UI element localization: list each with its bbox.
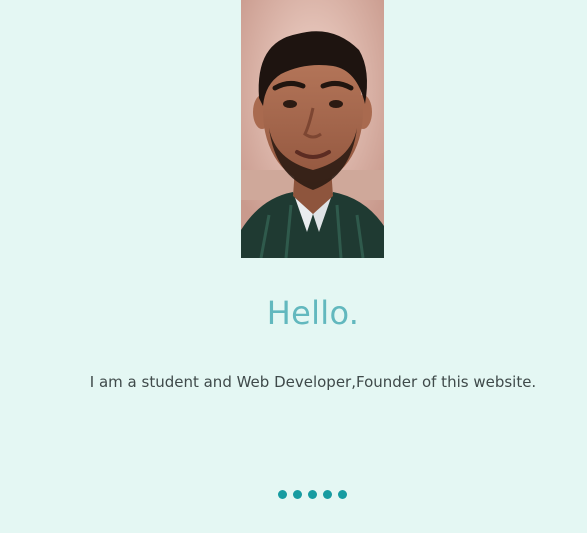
intro-text: I am a student and Web Developer,Founder… [89, 373, 537, 391]
profile-photo [241, 0, 384, 258]
carousel-dot[interactable] [338, 490, 347, 499]
portrait-illustration [241, 0, 384, 258]
carousel-dots [278, 490, 347, 499]
carousel-dot[interactable] [293, 490, 302, 499]
carousel-dot[interactable] [278, 490, 287, 499]
greeting-heading: Hello. [266, 294, 360, 332]
carousel-dot[interactable] [323, 490, 332, 499]
carousel-dot[interactable] [308, 490, 317, 499]
